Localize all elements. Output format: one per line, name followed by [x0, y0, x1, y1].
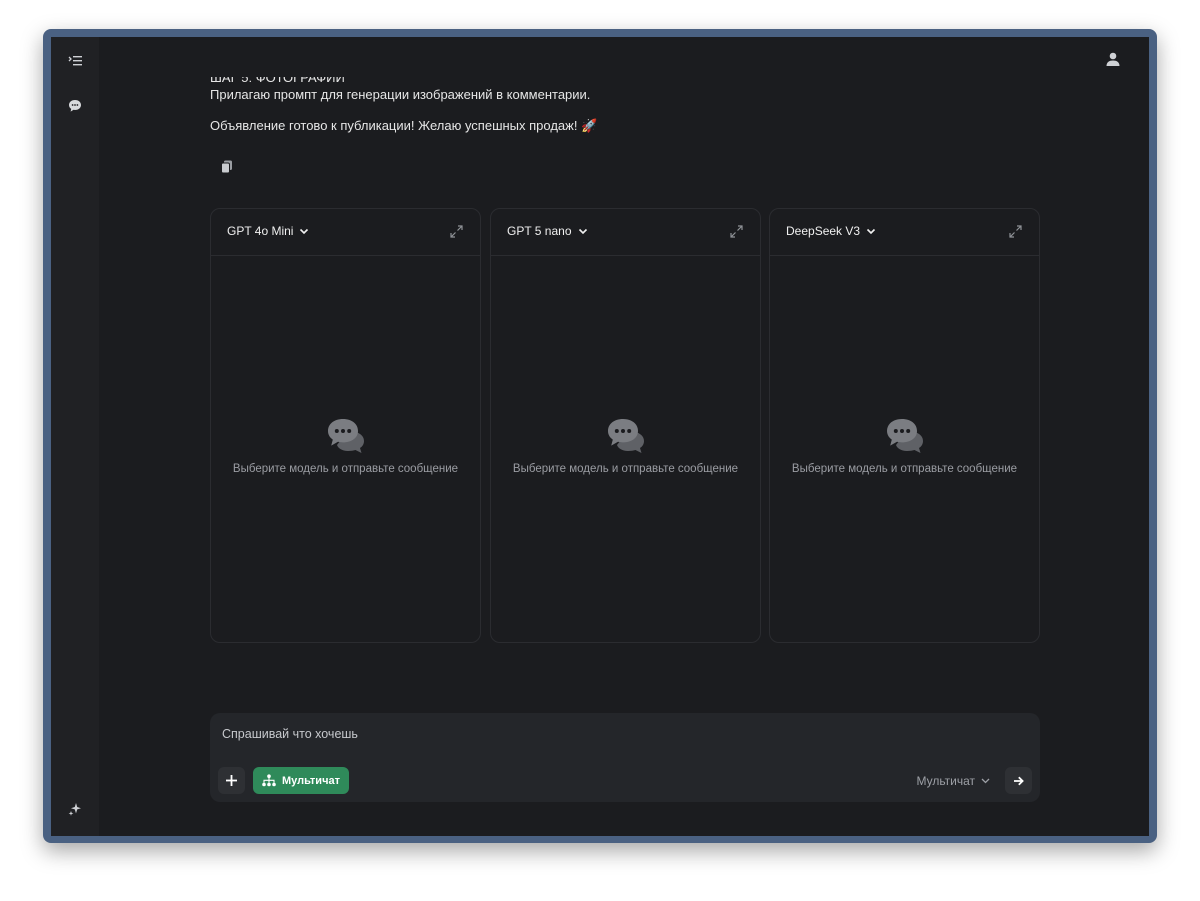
composer: Спрашивай что хочешь Мультичат Мультичат	[210, 713, 1040, 802]
multichat-icon	[262, 774, 276, 787]
message-line: Объявление готово к публикации! Желаю ус…	[210, 118, 598, 133]
user-icon	[1106, 52, 1120, 66]
model-select[interactable]: GPT 5 nano	[507, 224, 588, 238]
panel-header: GPT 4o Mini	[211, 209, 480, 256]
message-input[interactable]: Спрашивай что хочешь	[222, 727, 922, 741]
user-menu-button[interactable]	[1105, 51, 1125, 71]
plus-icon	[226, 775, 237, 786]
chat-bubbles-icon	[607, 419, 644, 453]
chevron-down-icon	[578, 228, 587, 234]
empty-state-text: Выберите модель и отправьте сообщение	[512, 463, 739, 475]
model-panel: GPT 5 nano Выберите модель и отправьте с…	[490, 208, 761, 643]
expand-button[interactable]	[1009, 225, 1023, 239]
multichat-button[interactable]: Мультичат	[253, 767, 349, 794]
mode-select[interactable]: Мультичат	[916, 774, 990, 788]
model-select[interactable]: GPT 4o Mini	[227, 224, 309, 238]
mode-label: Мультичат	[916, 774, 975, 788]
expand-icon	[1009, 225, 1022, 238]
sparkle-button[interactable]	[63, 797, 87, 821]
empty-state: Выберите модель и отправьте сообщение	[770, 417, 1039, 475]
expand-icon	[450, 225, 463, 238]
copy-button[interactable]	[221, 160, 237, 176]
chat-bubbles-icon	[327, 419, 364, 453]
chevron-down-icon	[300, 228, 309, 234]
empty-state: Выберите модель и отправьте сообщение	[211, 417, 480, 475]
expand-icon	[730, 225, 743, 238]
sparkle-icon	[68, 803, 81, 816]
new-chat-button[interactable]	[63, 94, 87, 118]
message-line: Прилагаю промпт для генерации изображени…	[210, 87, 591, 102]
sidebar	[51, 37, 99, 836]
message-heading-clip: ШАГ 5: ФОТОГРАФИИ	[210, 77, 610, 85]
attach-button[interactable]	[218, 767, 245, 794]
sidebar-toggle-button[interactable]	[63, 49, 87, 73]
chevron-down-icon	[981, 778, 990, 784]
arrow-right-icon	[1014, 776, 1024, 785]
model-panels: GPT 4o Mini Выберите модель и отправьте …	[210, 208, 1040, 643]
empty-state-text: Выберите модель и отправьте сообщение	[232, 463, 459, 475]
app-window: ШАГ 5: ФОТОГРАФИИ Прилагаю промпт для ге…	[43, 29, 1157, 843]
expand-button[interactable]	[730, 225, 744, 239]
copy-icon	[221, 160, 232, 174]
model-name: GPT 4o Mini	[227, 224, 294, 238]
model-name: GPT 5 nano	[507, 224, 572, 238]
sidebar-toggle-icon	[68, 56, 82, 66]
send-button[interactable]	[1005, 767, 1032, 794]
expand-button[interactable]	[450, 225, 464, 239]
model-panel: DeepSeek V3 Выберите модель и отправьте …	[769, 208, 1040, 643]
chat-icon	[69, 100, 81, 112]
model-name: DeepSeek V3	[786, 224, 861, 238]
empty-state-text: Выберите модель и отправьте сообщение	[791, 463, 1018, 475]
model-panel: GPT 4o Mini Выберите модель и отправьте …	[210, 208, 481, 643]
model-select[interactable]: DeepSeek V3	[786, 224, 876, 238]
empty-state: Выберите модель и отправьте сообщение	[491, 417, 760, 475]
chevron-down-icon	[866, 228, 876, 234]
app-surface: ШАГ 5: ФОТОГРАФИИ Прилагаю промпт для ге…	[51, 37, 1149, 836]
multichat-label: Мультичат	[282, 774, 340, 787]
message-heading: ШАГ 5: ФОТОГРАФИИ	[210, 77, 345, 85]
chat-bubbles-icon	[886, 419, 923, 453]
panel-header: DeepSeek V3	[770, 209, 1039, 256]
panel-header: GPT 5 nano	[491, 209, 760, 256]
